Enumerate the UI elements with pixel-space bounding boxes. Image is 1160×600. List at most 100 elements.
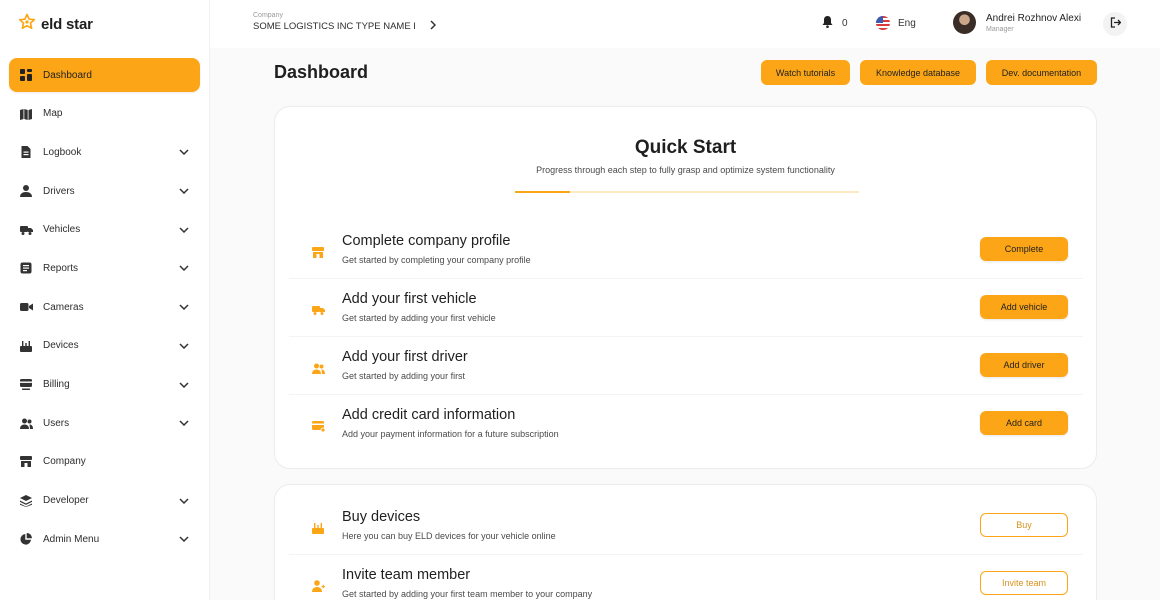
reports-icon [19, 261, 33, 275]
sidebar-item-developer[interactable]: Developer [9, 484, 200, 518]
sidebar-item-label: Admin Menu [43, 533, 100, 545]
progress-fill [515, 191, 571, 193]
step-title: Add credit card information [342, 407, 516, 423]
chevron-down-icon[interactable] [178, 262, 190, 274]
language-label: Eng [898, 17, 916, 29]
sidebar-item-reports[interactable]: Reports [9, 251, 200, 285]
chevron-down-icon[interactable] [178, 340, 190, 352]
dashboard-icon [19, 68, 33, 82]
chevron-down-icon[interactable] [178, 185, 190, 197]
sidebar-item-label: Cameras [43, 301, 84, 313]
list-item: Invite team member Get started by adding… [289, 559, 1083, 600]
sidebar-item-label: Reports [43, 262, 79, 274]
driver-icon [19, 184, 33, 198]
page-title: Dashboard [274, 62, 369, 82]
chevron-down-icon[interactable] [178, 495, 190, 507]
add-card-button[interactable]: Add card [980, 411, 1068, 435]
sidebar-nav: Dashboard Map Logbook Drivers Vehicles R… [9, 58, 200, 561]
logo[interactable]: eld star [18, 13, 93, 34]
add-driver-button[interactable]: Add driver [980, 353, 1068, 377]
pie-chart-icon [19, 532, 33, 546]
quick-start-title: Quick Start [634, 137, 737, 158]
company-switcher[interactable]: Company SOME LOGISTICS INC TYPE NAME I [253, 12, 437, 33]
logbook-icon [19, 145, 33, 159]
step-subtitle: Get started by adding your first vehicle [342, 313, 496, 323]
sidebar-item-cameras[interactable]: Cameras [9, 290, 200, 324]
chevron-down-icon[interactable] [178, 533, 190, 545]
bell-icon [822, 16, 833, 31]
chevron-down-icon[interactable] [178, 417, 190, 429]
avatar [953, 11, 976, 34]
sidebar-item-admin-menu[interactable]: Admin Menu [9, 522, 200, 556]
action-subtitle: Here you can buy ELD devices for your ve… [342, 531, 556, 541]
sidebar-item-dashboard[interactable]: Dashboard [9, 58, 200, 92]
us-flag-icon [876, 16, 890, 30]
sidebar-item-label: Company [43, 456, 86, 468]
topbar: Company SOME LOGISTICS INC TYPE NAME I 0… [210, 0, 1160, 48]
sidebar-item-drivers[interactable]: Drivers [9, 174, 200, 208]
devices-icon [311, 521, 325, 535]
quick-start-progress [515, 191, 859, 193]
action-title: Invite team member [342, 567, 471, 583]
sidebar-item-label: Devices [43, 340, 79, 352]
invite-team-button[interactable]: Invite team [980, 571, 1068, 595]
watch-tutorials-button[interactable]: Watch tutorials [761, 60, 850, 85]
company-name: SOME LOGISTICS INC TYPE NAME I [253, 21, 416, 32]
sidebar-item-logbook[interactable]: Logbook [9, 135, 200, 169]
buy-button[interactable]: Buy [980, 513, 1068, 537]
sidebar-item-vehicles[interactable]: Vehicles [9, 213, 200, 247]
knowledge-database-button[interactable]: Knowledge database [860, 60, 976, 85]
quick-start-subtitle: Progress through each step to fully gras… [536, 165, 835, 175]
step-title: Add your first driver [342, 349, 468, 365]
chevron-down-icon[interactable] [178, 224, 190, 236]
complete-button[interactable]: Complete [980, 237, 1068, 261]
user-role: Manager [986, 25, 1014, 33]
store-icon [19, 455, 33, 469]
list-item: Buy devices Here you can buy ELD devices… [289, 501, 1083, 555]
sidebar-item-label: Map [43, 108, 63, 120]
sidebar-item-label: Developer [43, 495, 89, 507]
sidebar-item-devices[interactable]: Devices [9, 329, 200, 363]
dev-documentation-button[interactable]: Dev. documentation [986, 60, 1097, 85]
add-user-icon [311, 579, 325, 593]
notifications-button[interactable]: 0 [822, 16, 848, 31]
more-actions-card: Buy devices Here you can buy ELD devices… [274, 484, 1097, 600]
step-title: Complete company profile [342, 233, 511, 249]
devices-icon [19, 339, 33, 353]
logout-button[interactable] [1103, 12, 1127, 36]
step-subtitle: Add your payment information for a futur… [342, 429, 559, 439]
logout-icon [1110, 15, 1121, 33]
logo-text: eld star [41, 15, 93, 33]
sidebar-item-users[interactable]: Users [9, 406, 200, 440]
truck-icon [19, 223, 33, 237]
chevron-down-icon[interactable] [178, 146, 190, 158]
sidebar-item-billing[interactable]: Billing [9, 368, 200, 402]
company-caption: Company [253, 12, 283, 19]
list-item: Add your first driver Get started by add… [289, 341, 1083, 395]
add-vehicle-button[interactable]: Add vehicle [980, 295, 1068, 319]
chevron-down-icon[interactable] [178, 301, 190, 313]
sidebar-item-company[interactable]: Company [9, 445, 200, 479]
sidebar-item-label: Dashboard [43, 69, 92, 81]
chevron-down-icon[interactable] [178, 379, 190, 391]
billing-icon [19, 378, 33, 392]
language-selector[interactable]: Eng [876, 16, 916, 30]
sidebar-item-label: Users [43, 417, 70, 429]
chevron-right-icon[interactable] [430, 20, 437, 33]
user-name: Andrei Rozhnov Alexi [986, 12, 1082, 24]
sidebar-item-label: Drivers [43, 185, 75, 197]
list-item: Add your first vehicle Get started by ad… [289, 283, 1083, 337]
sidebar-item-map[interactable]: Map [9, 97, 200, 131]
users-icon [19, 416, 33, 430]
truck-icon [311, 303, 325, 317]
step-subtitle: Get started by adding your first [342, 371, 466, 381]
credit-card-icon [311, 419, 325, 433]
users-icon [311, 361, 325, 375]
action-subtitle: Get started by adding your first team me… [342, 589, 593, 599]
step-subtitle: Get started by completing your company p… [342, 255, 531, 265]
quick-start-card: Quick Start Progress through each step t… [274, 106, 1097, 469]
notifications-count: 0 [842, 18, 848, 29]
user-menu[interactable]: Andrei Rozhnov Alexi Manager [953, 11, 1081, 34]
app: eld star Dashboard Map Logbook Drivers V… [0, 0, 1160, 600]
sidebar-item-label: Logbook [43, 146, 82, 158]
